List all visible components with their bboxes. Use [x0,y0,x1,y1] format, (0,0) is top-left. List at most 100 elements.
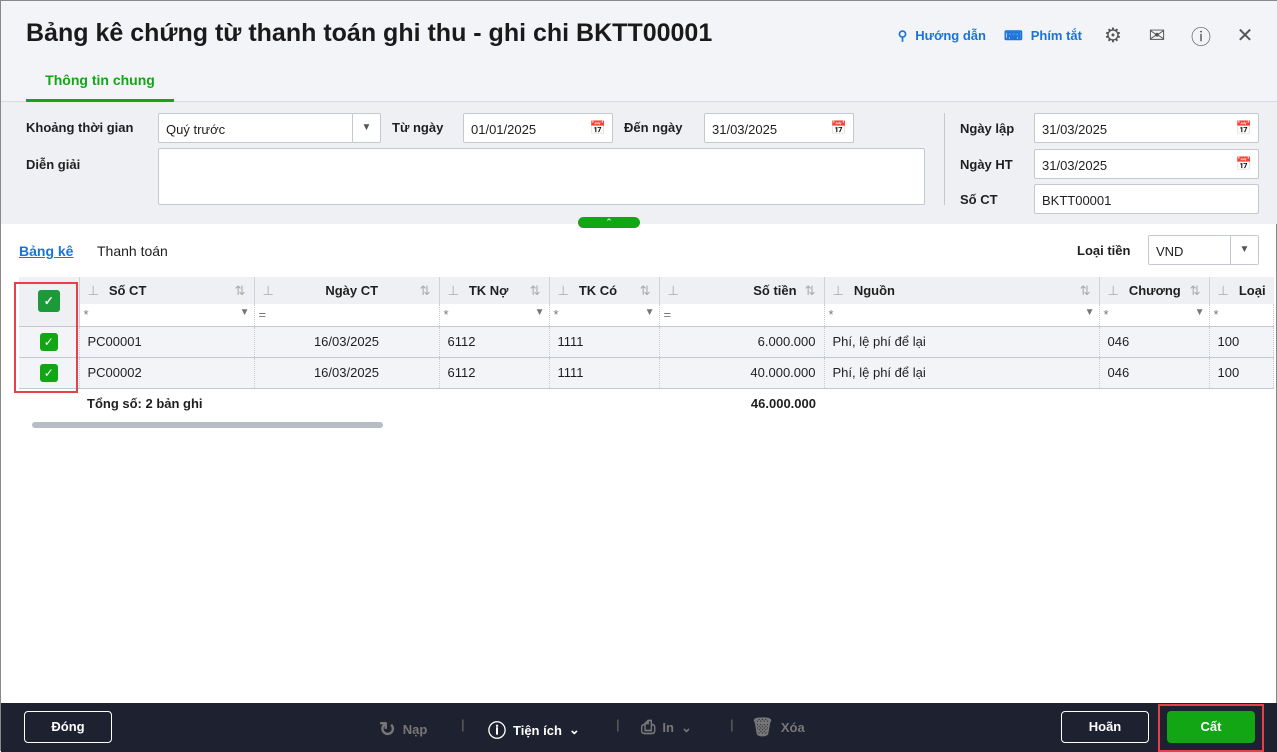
docno-label: Số CT [960,192,998,207]
pin-icon[interactable]: ⊥ [88,283,99,298]
gear-icon[interactable]: ⚙ [1100,23,1126,48]
calendar-icon[interactable]: 📅 [831,120,847,136]
filter-operator[interactable]: = [259,307,267,322]
guide-label: Hướng dẫn [915,28,986,43]
col-header[interactable]: ⊥ TK Có ⇅ [549,277,660,304]
pin-icon[interactable]: ⊥ [448,283,459,298]
sort-icon[interactable]: ⇅ [1190,283,1201,299]
shortcuts-link[interactable]: ⌨ Phím tắt [1004,28,1082,44]
to-date-input[interactable]: 31/03/2025 📅 [704,113,854,143]
sort-icon[interactable]: ⇅ [530,283,541,299]
filter-cell[interactable]: * ▼ [1099,304,1210,327]
pin-icon[interactable]: ⊥ [558,283,569,298]
period-value: Quý trước [166,122,226,137]
chevron-down-icon[interactable]: ▼ [535,307,545,318]
cell-source: Phí, lệ phí để lại [824,357,1100,389]
cell-source: Phí, lệ phí để lại [824,326,1100,358]
pin-icon[interactable]: ⊥ [263,283,274,299]
pin-icon[interactable]: ⊥ [668,283,679,299]
posted-label: Ngày HT [960,157,1013,172]
created-date-input[interactable]: 31/03/2025 📅 [1034,113,1259,143]
currency-value: VND [1156,244,1184,259]
chevron-down-icon[interactable]: ▼ [1195,307,1205,318]
col-header[interactable]: ⊥ Số tiền ⇅ [659,277,825,304]
mail-icon[interactable]: ✉ [1144,23,1170,48]
filter-cell[interactable]: * ▼ [824,304,1100,327]
filter-operator[interactable]: * [84,307,89,322]
chevron-down-icon: ▼ [1230,236,1258,264]
filter-cell[interactable]: * ▼ [439,304,550,327]
calendar-icon[interactable]: 📅 [1236,120,1252,136]
divider [944,113,945,205]
col-label: Số tiền [753,282,797,298]
filter-operator[interactable]: * [444,307,449,322]
chevron-down-icon[interactable]: ▼ [645,307,655,318]
chevron-down-icon: ▼ [352,114,380,142]
table-row[interactable]: ✓ PC00002 16/03/2025 6112 1111 40.000.00… [19,357,1275,389]
reload-label: Nạp [402,722,428,737]
help-icon[interactable]: ⓘ [1188,21,1214,50]
sort-icon[interactable]: ⇅ [420,283,431,299]
col-header[interactable]: ⊥ Nguồn ⇅ [824,277,1100,304]
currency-select[interactable]: VND ▼ [1148,235,1259,265]
chevron-down-icon[interactable]: ▼ [240,307,250,318]
cell-amount: 6.000.000 [659,326,825,358]
delete-label: Xóa [780,720,805,735]
calendar-icon[interactable]: 📅 [1236,156,1252,172]
posted-date-input[interactable]: 31/03/2025 📅 [1034,149,1259,179]
from-date-input[interactable]: 01/01/2025 📅 [463,113,613,143]
col-header[interactable]: ⊥ Số CT ⇅ [79,277,255,304]
delete-button[interactable]: 🗑 Xóa [751,717,805,738]
print-button[interactable]: ⎙ In ⌄ [641,717,692,738]
desc-label: Diễn giải [26,157,81,172]
sort-icon[interactable]: ⇅ [805,283,816,298]
col-label: Ngày CT [325,282,379,298]
cell-doc-no: PC00002 [79,357,255,389]
table-row[interactable]: ✓ PC00001 16/03/2025 6112 1111 6.000.000… [19,326,1275,358]
highlight-box [1158,704,1264,752]
guide-link[interactable]: ⚲ Hướng dẫn [898,28,986,44]
docno-input[interactable]: BKTT00001 [1034,184,1259,214]
horizontal-scrollbar[interactable] [32,422,383,428]
calendar-icon[interactable]: 📅 [590,120,606,136]
pin-icon[interactable]: ⊥ [833,283,844,298]
cell-credit: 1111 [549,326,660,358]
filter-cell[interactable]: * [1209,304,1275,327]
filter-operator[interactable]: = [664,307,672,322]
cancel-button[interactable]: Hoãn [1061,711,1149,743]
col-header[interactable]: ⊥ Loại [1209,277,1274,304]
filter-cell[interactable]: * ▼ [549,304,660,327]
filter-operator[interactable]: * [829,307,834,322]
col-label: TK Có [578,282,618,298]
subtab-payment[interactable]: Thanh toán [97,243,168,259]
sort-icon[interactable]: ⇅ [1080,283,1091,299]
desc-input[interactable] [158,148,925,205]
filter-operator[interactable]: * [1104,307,1109,322]
tab-general-info[interactable]: Thông tin chung [26,71,174,102]
chevron-down-icon[interactable]: ▼ [1085,307,1095,318]
period-select[interactable]: Quý trước ▼ [158,113,381,143]
close-icon[interactable]: ✕ [1232,23,1258,48]
subtab-list[interactable]: Bảng kê [19,243,73,259]
close-button[interactable]: Đóng [24,711,112,743]
sort-icon[interactable]: ⇅ [640,283,651,299]
filter-cell[interactable]: * ▼ [79,304,255,327]
chevron-down-icon: ⌄ [680,719,692,735]
reload-button[interactable]: ↻ Nạp [379,717,427,742]
filter-operator[interactable]: * [1214,307,1219,322]
pin-icon[interactable]: ⊥ [1108,283,1119,298]
collapse-button[interactable]: ⌃ [578,217,640,228]
col-header[interactable]: ⊥ TK Nợ ⇅ [439,277,550,304]
posted-value: 31/03/2025 [1042,158,1108,173]
pin-icon[interactable]: ⊥ [1218,283,1229,298]
filter-cell[interactable]: = [659,304,825,327]
utilities-button[interactable]: ⓘ Tiện ích ⌄ [488,717,580,743]
col-header[interactable]: ⊥ Chương ⇅ [1099,277,1210,304]
sort-icon[interactable]: ⇅ [235,283,246,299]
filter-cell[interactable]: = [254,304,440,327]
printer-icon: ⎙ [641,717,656,737]
divider: | [616,717,620,732]
cell-date: 16/03/2025 [254,357,440,389]
filter-operator[interactable]: * [554,307,559,322]
col-header[interactable]: ⊥ Ngày CT ⇅ [254,277,440,304]
